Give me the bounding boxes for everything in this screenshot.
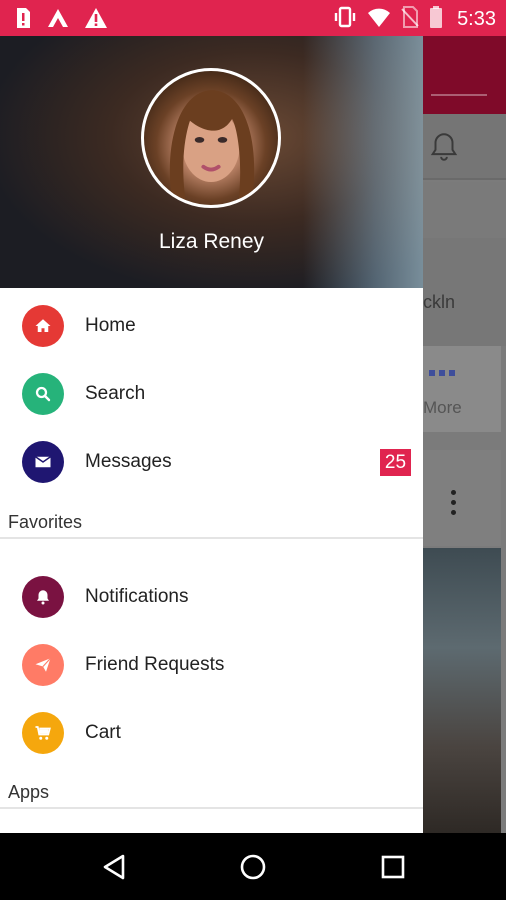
drawer-header: Liza Reney bbox=[0, 36, 423, 288]
kebab-menu-icon bbox=[451, 490, 456, 515]
background-more-label: More bbox=[423, 398, 462, 417]
menu-item-label: Notifications bbox=[85, 586, 189, 607]
menu-item-friend-requests[interactable]: Friend Requests bbox=[0, 631, 423, 699]
avatar-photo bbox=[169, 90, 255, 205]
section-title-apps: Apps bbox=[8, 782, 50, 802]
warning-icon bbox=[84, 7, 108, 34]
navigation-drawer: Liza Reney Home Search Messages 25 Favor… bbox=[0, 36, 423, 833]
menu-item-label: Messages bbox=[85, 451, 172, 472]
clock: 5:33 bbox=[457, 8, 496, 30]
section-title-favorites: Favorites bbox=[8, 512, 83, 532]
cart-icon bbox=[22, 712, 64, 754]
divider bbox=[0, 807, 423, 809]
bell-icon bbox=[22, 576, 64, 618]
background-toolbar bbox=[423, 114, 506, 180]
divider bbox=[0, 537, 423, 539]
recents-icon[interactable] bbox=[373, 847, 413, 887]
send-icon bbox=[22, 644, 64, 686]
battery-icon bbox=[429, 6, 443, 33]
menu-item-cart[interactable]: Cart bbox=[0, 699, 423, 767]
background-app-bar bbox=[423, 36, 506, 114]
background-photo bbox=[423, 548, 501, 833]
search-icon bbox=[22, 373, 64, 415]
avatar[interactable] bbox=[141, 68, 281, 208]
menu-item-label: Friend Requests bbox=[85, 654, 225, 675]
home-icon bbox=[22, 305, 64, 347]
no-sim-icon bbox=[401, 6, 419, 33]
back-icon[interactable] bbox=[94, 847, 134, 887]
unread-count-badge: 25 bbox=[380, 448, 411, 476]
sim-alert-icon bbox=[14, 7, 32, 34]
background-partial-text: ckln bbox=[423, 292, 456, 312]
mail-icon bbox=[22, 441, 64, 483]
background-post bbox=[423, 450, 501, 546]
menu-item-notifications[interactable]: Notifications bbox=[0, 563, 423, 631]
menu-item-messages[interactable]: Messages 25 bbox=[0, 428, 423, 496]
system-nav-bar bbox=[0, 833, 506, 900]
menu-item-search[interactable]: Search bbox=[0, 360, 423, 428]
wifi-icon bbox=[367, 6, 391, 33]
status-right-icons: 5:33 bbox=[333, 6, 496, 33]
home-circle-icon[interactable] bbox=[233, 847, 273, 887]
background-app-scrim[interactable]: ckln More bbox=[423, 36, 506, 833]
background-more-card: More bbox=[423, 346, 501, 432]
status-bar: 5:33 bbox=[0, 0, 506, 36]
vibrate-icon bbox=[333, 6, 357, 33]
menu-item-label: Cart bbox=[85, 722, 121, 743]
app-icon bbox=[46, 7, 70, 34]
profile-name: Liza Reney bbox=[158, 230, 265, 253]
status-left-icons bbox=[14, 7, 108, 34]
menu-item-home[interactable]: Home bbox=[0, 292, 423, 360]
bell-outline-icon bbox=[427, 130, 461, 169]
menu-item-label: Search bbox=[85, 383, 146, 404]
menu-item-label: Home bbox=[85, 315, 136, 336]
background-row bbox=[423, 182, 506, 238]
dots-icon bbox=[429, 370, 455, 376]
